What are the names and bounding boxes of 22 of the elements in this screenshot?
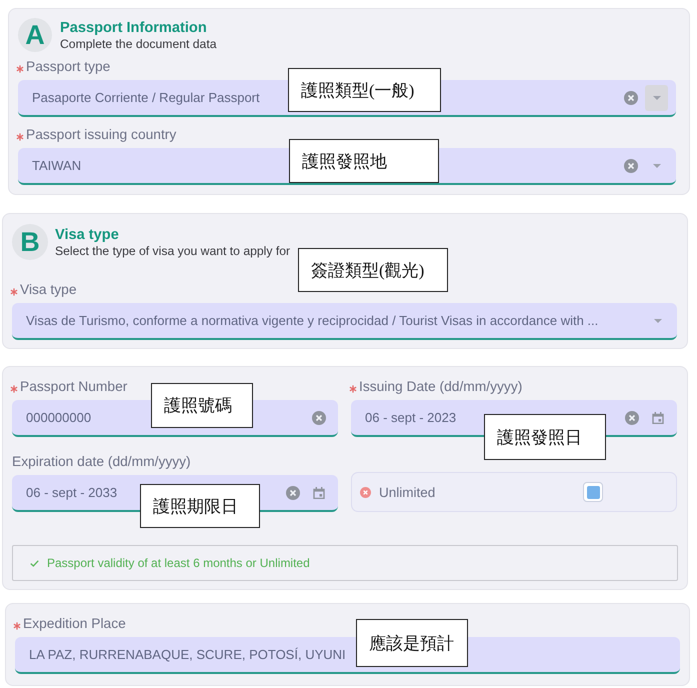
annotation-tooltip: 護照期限日 (140, 484, 260, 528)
annotation-tooltip: 護照發照日 (484, 414, 606, 460)
field-label: Passport type (26, 59, 110, 75)
section-subtitle: Complete the document data (60, 36, 217, 52)
annotation-tooltip: 護照號碼 (151, 383, 253, 428)
step-marker: A (18, 18, 52, 52)
field-label: Visa type (20, 282, 77, 298)
option-label: Unlimited (379, 484, 436, 500)
validation-message: Passport validity of at least 6 months or Unlimited (47, 556, 310, 570)
section-subtitle: Select the type of visa you want to apply for (55, 244, 290, 258)
annotation-tooltip: 簽證類型(觀光) (298, 248, 448, 292)
section-title: Passport Information (60, 18, 208, 36)
annotation-tooltip: 護照發照地 (289, 139, 439, 183)
step-marker: B (12, 224, 48, 260)
field-label: Expedition Place (23, 616, 126, 632)
field-label: Passport Number (20, 379, 128, 395)
section-title: Visa type (55, 226, 120, 244)
field-label: Issuing Date (dd/mm/yyyy) (359, 379, 522, 395)
annotation-tooltip: 護照類型(一般) (288, 68, 441, 112)
field-label: Expiration date (dd/mm/yyyy) (12, 454, 191, 470)
annotation-tooltip: 應該是預計 (356, 619, 468, 667)
field-label: Passport issuing country (26, 127, 176, 143)
